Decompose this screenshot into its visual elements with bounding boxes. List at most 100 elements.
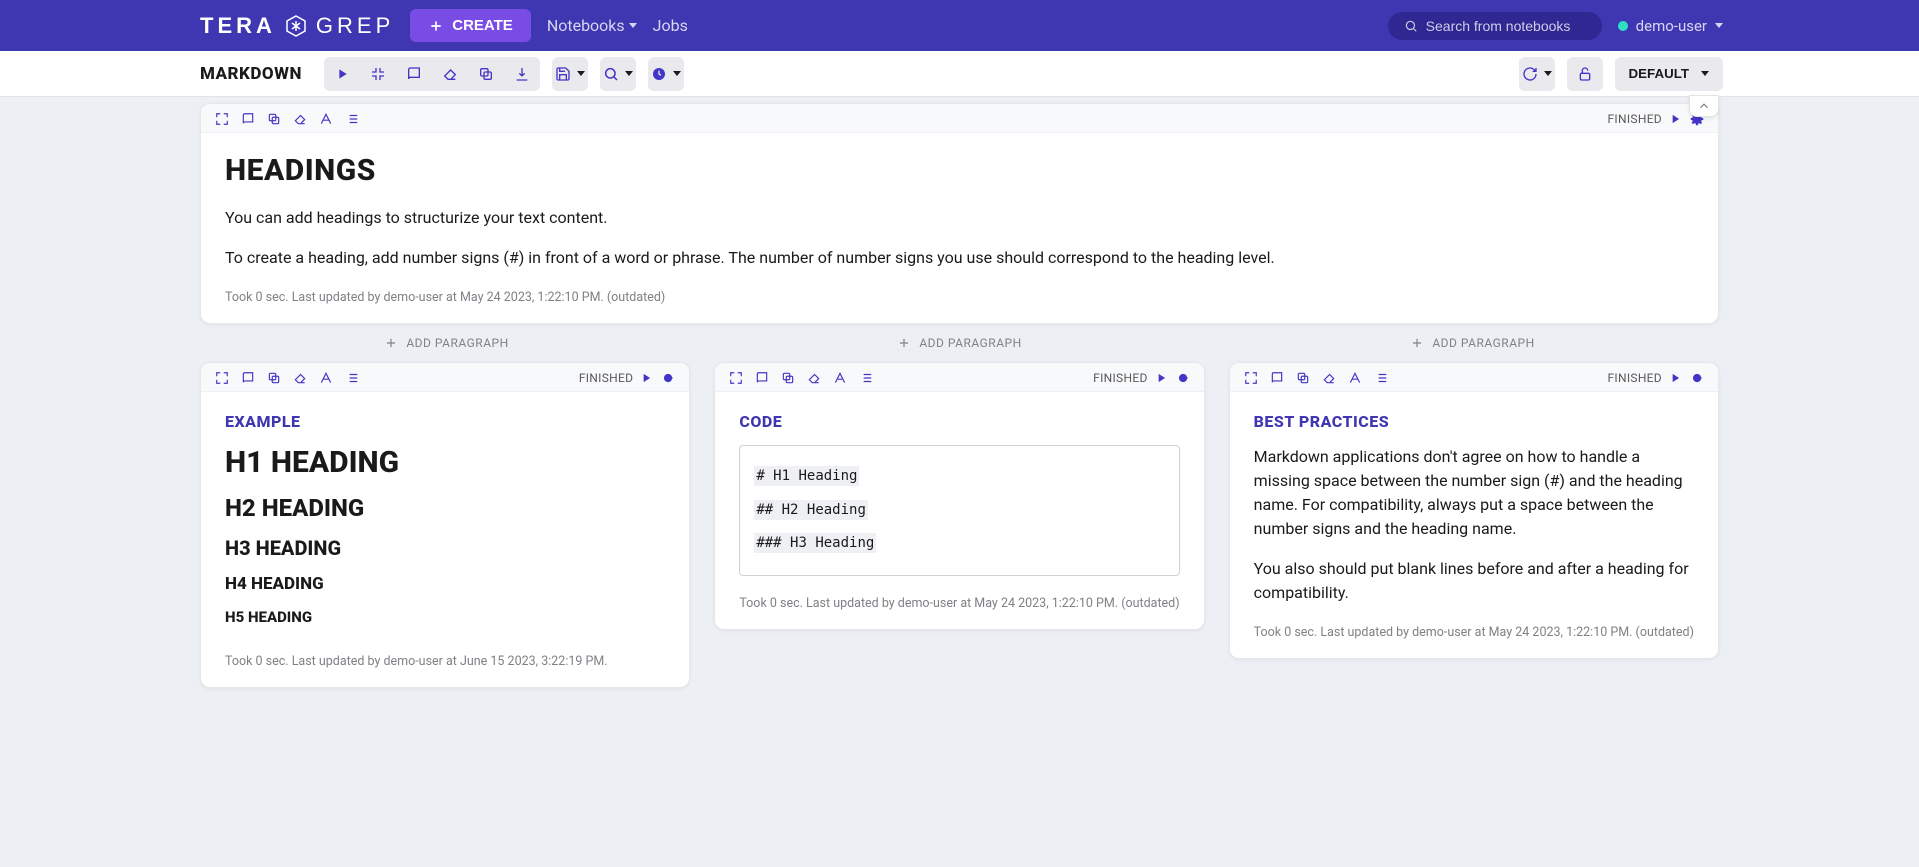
- fullscreen-icon[interactable]: [215, 371, 229, 385]
- font-icon[interactable]: [833, 371, 847, 385]
- cell-code: FINISHED CODE # H1 Heading ## H2 Heading…: [714, 362, 1204, 630]
- erase-icon[interactable]: [1322, 371, 1336, 385]
- create-label: CREATE: [452, 17, 513, 34]
- fullscreen-icon[interactable]: [215, 112, 229, 126]
- brand-icon: [284, 14, 308, 38]
- headings-howto: To create a heading, add number signs (#…: [225, 246, 1694, 270]
- cell-status: FINISHED: [579, 371, 634, 385]
- gear-icon[interactable]: [1690, 371, 1704, 385]
- font-icon[interactable]: [319, 371, 333, 385]
- fullscreen-icon[interactable]: [729, 371, 743, 385]
- add-paragraph-button[interactable]: ADD PARAGRAPH: [1226, 330, 1719, 356]
- notebook-title: MARKDOWN: [200, 64, 302, 84]
- add-paragraph-button[interactable]: ADD PARAGRAPH: [713, 330, 1206, 356]
- erase-icon[interactable]: [293, 112, 307, 126]
- copy-icon[interactable]: [267, 112, 281, 126]
- save-menu-button[interactable]: [552, 57, 588, 91]
- interpreter-default-button[interactable]: DEFAULT: [1615, 57, 1723, 91]
- example-h2: H2 HEADING: [225, 494, 665, 522]
- nav-notebooks-label: Notebooks: [547, 16, 625, 35]
- example-title: EXAMPLE: [225, 412, 665, 431]
- best-title: BEST PRACTICES: [1254, 412, 1694, 431]
- list-icon[interactable]: [345, 371, 359, 385]
- plus-icon: [428, 18, 444, 34]
- erase-icon[interactable]: [807, 371, 821, 385]
- collapse-panel-toggle[interactable]: [1689, 95, 1719, 117]
- example-h5: H5 HEADING: [225, 608, 665, 626]
- font-icon[interactable]: [319, 112, 333, 126]
- chevron-down-icon: [629, 23, 637, 28]
- download-button[interactable]: [504, 57, 540, 91]
- navbar: TERA GREP CREATE Notebooks Jobs demo-use…: [0, 0, 1919, 51]
- cell-toolbar: FINISHED: [1230, 363, 1718, 392]
- run-group: [324, 57, 540, 91]
- cell-row: FINISHED EXAMPLE H1 HEADING H2 HEADING H…: [200, 362, 1719, 688]
- find-menu-button[interactable]: [600, 57, 636, 91]
- cell-footer: Took 0 sec. Last updated by demo-user at…: [201, 290, 1718, 323]
- refresh-menu-button[interactable]: [1519, 57, 1555, 91]
- headings-title: HEADINGS: [225, 153, 1694, 188]
- cell-footer: Took 0 sec. Last updated by demo-user at…: [1230, 625, 1718, 658]
- add-paragraph-label: ADD PARAGRAPH: [406, 336, 508, 350]
- user-menu[interactable]: demo-user: [1618, 17, 1723, 35]
- cell-toolbar: FINISHED: [715, 363, 1203, 392]
- book-icon[interactable]: [241, 371, 255, 385]
- workspace: FINISHED HEADINGS You can add headings t…: [0, 97, 1919, 728]
- add-paragraph-label: ADD PARAGRAPH: [1432, 336, 1534, 350]
- schedule-menu-button[interactable]: [648, 57, 684, 91]
- run-icon[interactable]: [1668, 112, 1682, 126]
- add-paragraph-button[interactable]: ADD PARAGRAPH: [200, 330, 693, 356]
- cell-best-practices: FINISHED BEST PRACTICES Markdown applica…: [1229, 362, 1719, 659]
- copy-icon[interactable]: [1296, 371, 1310, 385]
- nav-jobs-label: Jobs: [653, 16, 688, 35]
- brand-grep: GREP: [316, 13, 394, 39]
- cell-status: FINISHED: [1607, 112, 1662, 126]
- book-button[interactable]: [396, 57, 432, 91]
- search-icon: [1404, 19, 1418, 33]
- book-icon[interactable]: [241, 112, 255, 126]
- nav-notebooks[interactable]: Notebooks: [547, 16, 637, 35]
- brand-tera: TERA: [200, 13, 276, 39]
- add-paragraph-row: ADD PARAGRAPH ADD PARAGRAPH ADD PARAGRAP…: [200, 324, 1719, 362]
- font-icon[interactable]: [1348, 371, 1362, 385]
- run-all-button[interactable]: [324, 57, 360, 91]
- erase-icon[interactable]: [293, 371, 307, 385]
- create-button[interactable]: CREATE: [410, 9, 531, 42]
- brand[interactable]: TERA GREP: [200, 13, 394, 39]
- cell-toolbar: FINISHED: [201, 363, 689, 392]
- user-name: demo-user: [1636, 17, 1707, 35]
- copy-button[interactable]: [468, 57, 504, 91]
- erase-button[interactable]: [432, 57, 468, 91]
- example-h1: H1 HEADING: [225, 445, 665, 480]
- nav-jobs[interactable]: Jobs: [653, 16, 688, 35]
- gear-icon[interactable]: [661, 371, 675, 385]
- notebook-toolbar: MARKDOWN: [0, 51, 1919, 97]
- example-h3: H3 HEADING: [225, 536, 665, 560]
- cell-example: FINISHED EXAMPLE H1 HEADING H2 HEADING H…: [200, 362, 690, 688]
- run-icon[interactable]: [1154, 371, 1168, 385]
- headings-intro: You can add headings to structurize your…: [225, 206, 1694, 230]
- run-icon[interactable]: [1668, 371, 1682, 385]
- list-icon[interactable]: [1374, 371, 1388, 385]
- cell-status: FINISHED: [1607, 371, 1662, 385]
- fullscreen-icon[interactable]: [1244, 371, 1258, 385]
- book-icon[interactable]: [1270, 371, 1284, 385]
- add-paragraph-label: ADD PARAGRAPH: [919, 336, 1021, 350]
- lock-button[interactable]: [1567, 57, 1603, 91]
- cell-headings: FINISHED HEADINGS You can add headings t…: [200, 103, 1719, 324]
- cell-toolbar: FINISHED: [201, 104, 1718, 133]
- interpreter-label: DEFAULT: [1629, 66, 1689, 81]
- list-icon[interactable]: [345, 112, 359, 126]
- presence-dot-icon: [1618, 21, 1628, 31]
- gear-icon[interactable]: [1176, 371, 1190, 385]
- search-input[interactable]: [1426, 18, 1586, 34]
- list-icon[interactable]: [859, 371, 873, 385]
- copy-icon[interactable]: [267, 371, 281, 385]
- cell-footer: Took 0 sec. Last updated by demo-user at…: [201, 654, 689, 687]
- search-box[interactable]: [1388, 12, 1602, 40]
- book-icon[interactable]: [755, 371, 769, 385]
- code-line-2: ## H2 Heading: [754, 500, 868, 520]
- collapse-button[interactable]: [360, 57, 396, 91]
- copy-icon[interactable]: [781, 371, 795, 385]
- run-icon[interactable]: [639, 371, 653, 385]
